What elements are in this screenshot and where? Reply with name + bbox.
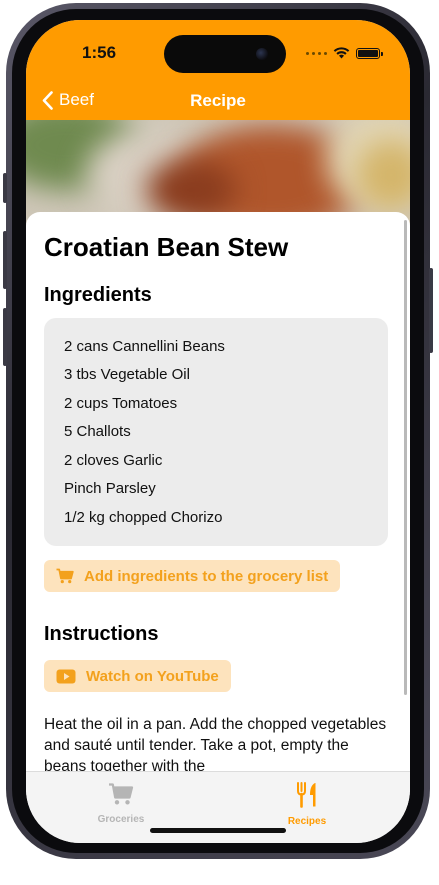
instructions-heading: Instructions xyxy=(44,623,159,645)
home-indicator[interactable] xyxy=(150,828,286,833)
app-screen: 1:56 Beef Recipe Croatian Bean Stew Ingr… xyxy=(26,20,410,843)
list-item: 2 cans Cannellini Beans xyxy=(64,338,225,355)
play-icon xyxy=(56,669,76,683)
battery-icon xyxy=(356,47,383,59)
fork-knife-icon xyxy=(297,782,316,808)
instructions-text: Heat the oil in a pan. Add the chopped v… xyxy=(44,716,387,775)
tab-groceries[interactable]: Groceries xyxy=(76,782,166,825)
volume-down-button xyxy=(3,308,7,366)
add-to-grocery-label: Add ingredients to the grocery list xyxy=(84,567,329,585)
list-item: 2 cloves Garlic xyxy=(64,452,163,469)
camera-icon xyxy=(256,48,268,60)
recipe-content[interactable]: Croatian Bean Stew Ingredients 2 cans Ca… xyxy=(26,212,410,792)
list-item: 3 tbs Vegetable Oil xyxy=(64,366,190,383)
tab-groceries-label: Groceries xyxy=(97,814,145,825)
watch-youtube-label: Watch on YouTube xyxy=(86,667,219,685)
tab-recipes[interactable]: Recipes xyxy=(262,782,352,827)
list-item: 1/2 kg chopped Chorizo xyxy=(64,509,223,526)
status-icons xyxy=(306,47,383,59)
page-title: Recipe xyxy=(190,91,246,110)
scroll-indicator[interactable] xyxy=(404,220,407,695)
add-to-grocery-button[interactable]: Add ingredients to the grocery list xyxy=(44,560,341,592)
wifi-icon xyxy=(333,47,350,59)
phone-bezel: 1:56 Beef Recipe Croatian Bean Stew Ingr… xyxy=(12,9,424,853)
power-button xyxy=(429,268,433,353)
list-item: Pinch Parsley xyxy=(64,480,156,497)
cart-icon xyxy=(109,783,134,805)
phone-frame: 1:56 Beef Recipe Croatian Bean Stew Ingr… xyxy=(3,3,433,859)
navigation-bar: 1:56 Beef Recipe xyxy=(26,20,410,120)
dynamic-island xyxy=(164,35,286,73)
watch-youtube-button[interactable]: Watch on YouTube xyxy=(44,660,231,692)
action-button xyxy=(3,173,7,203)
list-item: 5 Challots xyxy=(64,423,131,440)
ingredients-heading: Ingredients xyxy=(44,284,152,306)
ingredients-list: 2 cans Cannellini Beans 3 tbs Vegetable … xyxy=(44,318,388,546)
recipe-title: Croatian Bean Stew xyxy=(44,232,289,262)
list-item: 2 cups Tomatoes xyxy=(64,395,178,412)
status-time: 1:56 xyxy=(82,43,117,62)
volume-up-button xyxy=(3,231,7,289)
cellular-signal-icon xyxy=(306,51,327,55)
cart-icon xyxy=(56,568,74,584)
tab-recipes-label: Recipes xyxy=(287,816,327,827)
